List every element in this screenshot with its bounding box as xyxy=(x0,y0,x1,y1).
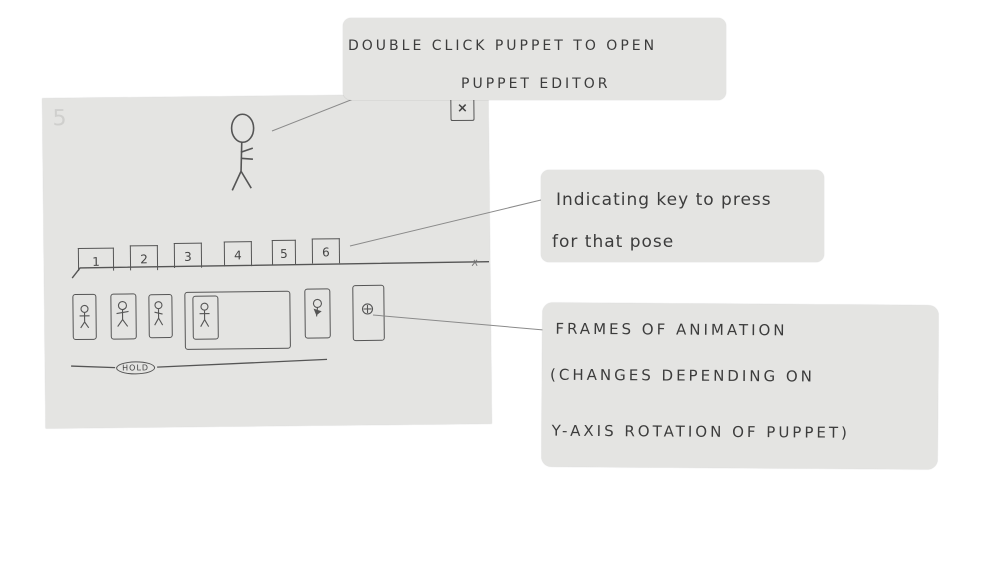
connector-tabs xyxy=(349,199,542,247)
note-animation-frames-line2: (CHANGES DEPENDING ON xyxy=(550,365,816,386)
note-key-indicator-line1: Indicating key to press xyxy=(556,190,772,210)
connector-frames xyxy=(372,314,545,331)
note-open-editor: DOUBLE CLICK PUPPET TO OPEN PUPPET EDITO… xyxy=(343,18,726,100)
note-open-editor-line2: PUPPET EDITOR xyxy=(461,76,611,92)
note-animation-frames-line3: Y-AXIS ROTATION OF PUPPET) xyxy=(551,421,850,442)
note-animation-frames: FRAMES OF ANIMATION (CHANGES DEPENDING O… xyxy=(541,302,939,470)
note-animation-frames-line1: FRAMES OF ANIMATION xyxy=(555,319,788,340)
note-key-indicator: Indicating key to press for that pose xyxy=(541,170,824,262)
note-open-editor-line1: DOUBLE CLICK PUPPET TO OPEN xyxy=(348,38,658,54)
note-key-indicator-line2: for that pose xyxy=(552,232,675,252)
